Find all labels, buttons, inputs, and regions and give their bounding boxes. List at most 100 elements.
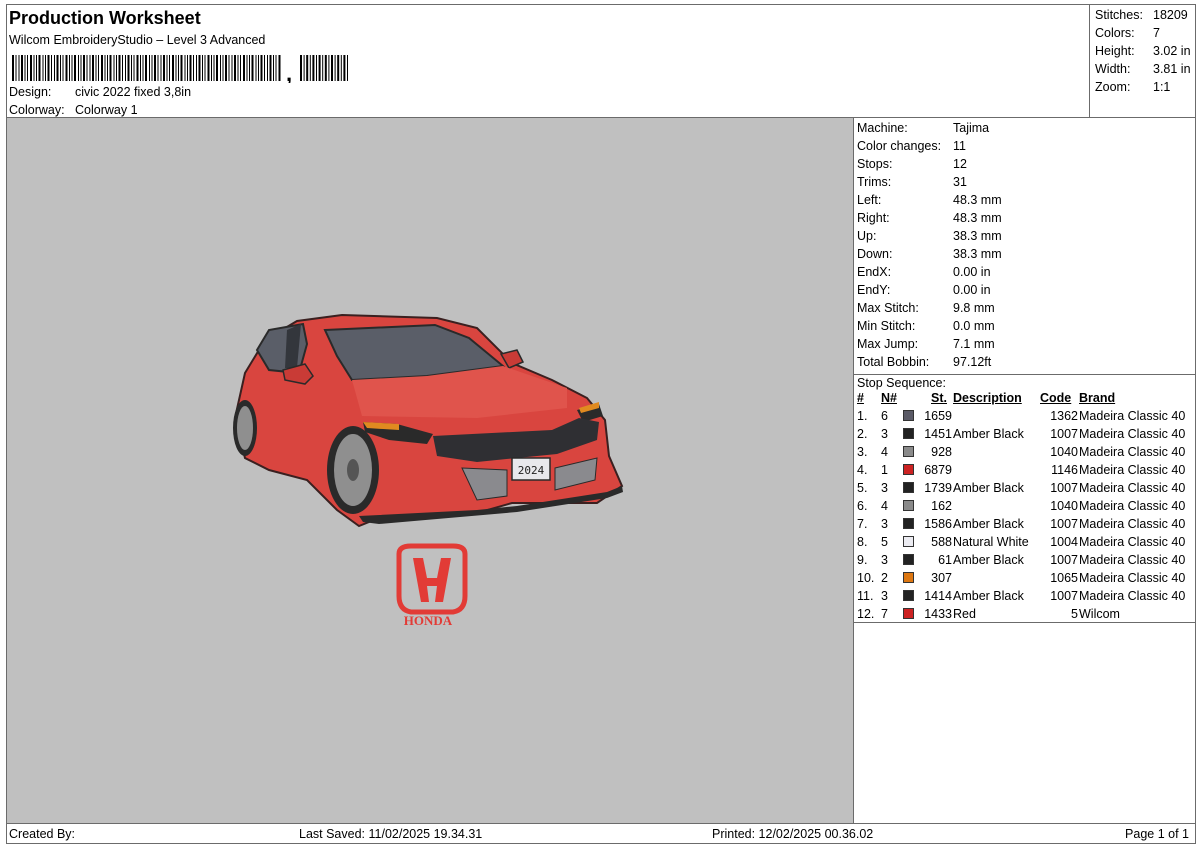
machine-label: Down:	[857, 247, 893, 261]
machine-label: EndY:	[857, 283, 891, 297]
machine-label: Machine:	[857, 121, 908, 135]
thread-code: 1004	[1050, 535, 1078, 549]
col-header-stitches: St.	[931, 391, 947, 405]
design-label: Design:	[9, 85, 52, 99]
needle-number: 3	[881, 589, 888, 603]
design-preview: 2024 HONDA	[6, 117, 854, 824]
color-swatch	[903, 536, 914, 547]
needle-number: 6	[881, 409, 888, 423]
created-by: Created By:	[9, 827, 76, 841]
machine-row: Max Jump: 7.1 mm	[857, 335, 1187, 353]
thread-code: 1007	[1050, 553, 1078, 567]
stat-zoom: Zoom: 1:1	[1095, 80, 1171, 94]
thread-brand: Madeira Classic 40	[1079, 427, 1186, 441]
color-swatch	[903, 428, 914, 439]
color-swatch	[903, 518, 914, 529]
thread-code: 1362	[1050, 409, 1078, 423]
worksheet-header: Production Worksheet Wilcom EmbroiderySt…	[6, 4, 1090, 118]
stat-stitches: Stitches: 18209	[1095, 8, 1188, 22]
row-number: 9.	[857, 553, 868, 567]
machine-label: Max Stitch:	[857, 301, 919, 315]
thread-brand: Wilcom	[1079, 607, 1120, 621]
machine-value: 97.12ft	[953, 355, 992, 369]
thread-brand: Madeira Classic 40	[1079, 553, 1186, 567]
thread-code: 1065	[1050, 571, 1078, 585]
col-header-num: #	[857, 391, 864, 405]
machine-row: Machine: Tajima	[857, 119, 1187, 137]
machine-label: Stops:	[857, 157, 893, 171]
thread-description: Amber Black	[953, 517, 1024, 531]
stat-colors: Colors: 7	[1095, 26, 1160, 40]
table-row: 4. 1 6879 1146 Madeira Classic 40	[857, 461, 1194, 479]
machine-value: 12	[953, 157, 967, 171]
thread-brand: Madeira Classic 40	[1079, 571, 1186, 585]
design-row: Design: civic 2022 fixed 3,8in	[9, 85, 191, 99]
thread-brand: Madeira Classic 40	[1079, 445, 1186, 459]
machine-value: 48.3 mm	[953, 193, 1002, 207]
needle-number: 4	[881, 499, 888, 513]
machine-label: Up:	[857, 229, 877, 243]
printed-date: Printed: 12/02/2025 00.36.02	[712, 827, 874, 841]
color-swatch	[903, 554, 914, 565]
stitch-count: 1739	[924, 481, 952, 495]
thread-brand: Madeira Classic 40	[1079, 535, 1186, 549]
thread-description: Amber Black	[953, 427, 1024, 441]
row-number: 5.	[857, 481, 868, 495]
stat-width: Width: 3.81 in	[1095, 62, 1191, 76]
stitch-count: 6879	[924, 463, 952, 477]
table-row: 10. 2 307 1065 Madeira Classic 40	[857, 569, 1194, 587]
machine-label: Trims:	[857, 175, 892, 189]
thread-brand: Madeira Classic 40	[1079, 463, 1186, 477]
stop-sequence-title: Stop Sequence:	[857, 376, 946, 390]
color-swatch	[903, 464, 914, 475]
stitch-count: 61	[938, 553, 952, 567]
row-number: 11.	[857, 589, 874, 603]
thread-code: 5	[1071, 607, 1078, 621]
color-swatch	[903, 410, 914, 421]
honda-logo-text: HONDA	[404, 613, 453, 628]
machine-row: EndX: 0.00 in	[857, 263, 1187, 281]
colorway-row: Colorway: Colorway 1	[9, 103, 138, 117]
machine-value: 11	[953, 139, 966, 153]
table-row: 7. 3 1586 Amber Black 1007 Madeira Classic 40	[857, 515, 1194, 533]
stitch-count: 1451	[924, 427, 952, 441]
stitch-count: 1659	[924, 409, 952, 423]
thread-brand: Madeira Classic 40	[1079, 481, 1186, 495]
row-number: 3.	[857, 445, 868, 459]
stitch-count: 307	[931, 571, 952, 585]
machine-label: EndX:	[857, 265, 892, 279]
thread-code: 1007	[1050, 481, 1078, 495]
thread-code: 1040	[1050, 445, 1078, 459]
machine-row: Max Stitch: 9.8 mm	[857, 299, 1187, 317]
thread-code: 1040	[1050, 499, 1078, 513]
license-plate-text: 2024	[518, 464, 545, 477]
machine-row: Total Bobbin: 97.12ft	[857, 353, 1187, 371]
row-number: 4.	[857, 463, 868, 477]
needle-number: 1	[881, 463, 888, 477]
thread-description: Red	[953, 607, 976, 621]
machine-row: Left: 48.3 mm	[857, 191, 1187, 209]
row-number: 6.	[857, 499, 868, 513]
thread-description: Amber Black	[953, 589, 1024, 603]
row-number: 1.	[857, 409, 868, 423]
table-row: 6. 4 162 1040 Madeira Classic 40	[857, 497, 1194, 515]
machine-row: Color changes: 11	[857, 137, 1187, 155]
row-number: 10.	[857, 571, 875, 585]
machine-value: 9.8 mm	[953, 301, 995, 315]
machine-row: EndY: 0.00 in	[857, 281, 1187, 299]
machine-row: Trims: 31	[857, 173, 1187, 191]
table-row: 3. 4 928 1040 Madeira Classic 40	[857, 443, 1194, 461]
stitch-count: 1414	[924, 589, 952, 603]
color-swatch	[903, 572, 914, 583]
color-swatch	[903, 500, 914, 511]
software-name: Wilcom EmbroideryStudio – Level 3 Advanc…	[9, 33, 266, 47]
thread-brand: Madeira Classic 40	[1079, 589, 1186, 603]
needle-number: 4	[881, 445, 888, 459]
stat-height: Height: 3.02 in	[1095, 44, 1191, 58]
stitch-count: 588	[931, 535, 952, 549]
stitch-count: 1433	[924, 607, 952, 621]
divider	[854, 622, 1195, 623]
machine-value: 38.3 mm	[953, 247, 1002, 261]
table-row: 8. 5 588 Natural White 1004 Madeira Classic 4…	[857, 533, 1194, 551]
table-row: 12. 7 1433 Red 5 Wilcom	[857, 605, 1194, 623]
